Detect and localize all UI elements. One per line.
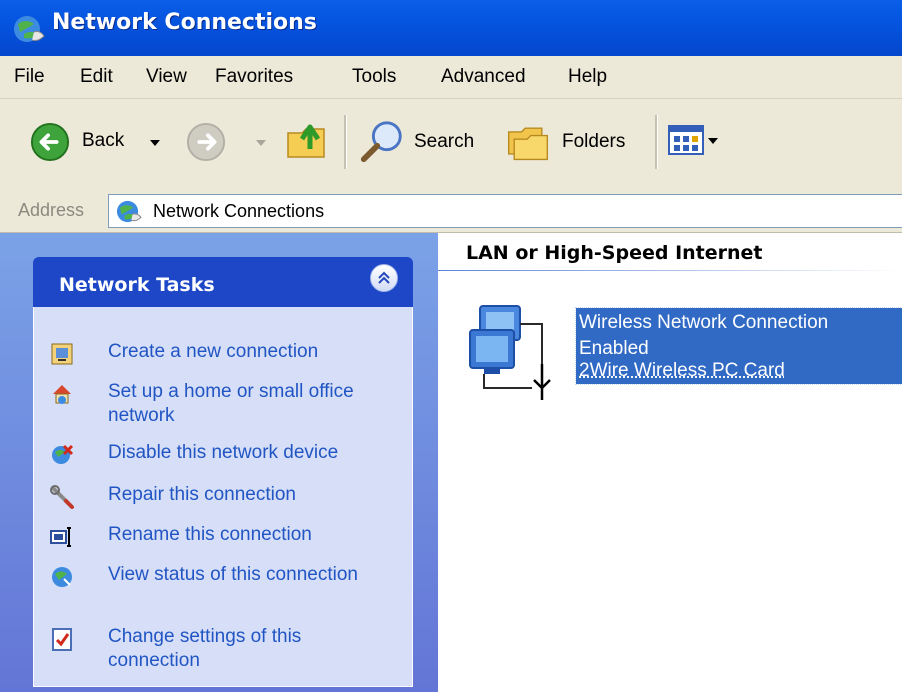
network-connections-icon: [14, 16, 45, 42]
connection-status: Enabled: [579, 338, 649, 359]
back-button[interactable]: Back: [30, 120, 170, 166]
home-network-icon: [53, 385, 71, 404]
address-bar: Address Network Connections: [0, 191, 902, 233]
connection-name: Wireless Network Connection: [579, 312, 829, 333]
rename-icon: [50, 527, 71, 547]
network-tasks-panel: Network Tasks Create a new connection Se…: [33, 257, 413, 687]
folders-button[interactable]: Folders: [504, 117, 644, 167]
toolbar: Back Search Folders: [0, 99, 902, 192]
up-folder-icon: [287, 124, 325, 158]
new-connection-icon: [51, 343, 73, 365]
network-connections-icon: [116, 200, 142, 223]
menu-edit[interactable]: Edit: [80, 66, 113, 88]
group-divider: [438, 270, 902, 271]
search-button[interactable]: Search: [358, 117, 488, 167]
views-icon: [668, 125, 704, 155]
menu-help[interactable]: Help: [568, 66, 607, 88]
menu-tools[interactable]: Tools: [352, 66, 396, 88]
chevron-up-icon: [378, 271, 390, 284]
settings-icon: [52, 628, 72, 651]
forward-dropdown-icon[interactable]: [256, 140, 266, 146]
address-label: Address: [18, 200, 85, 220]
connection-device: 2Wire Wireless PC Card: [579, 360, 785, 381]
address-value: Network Connections: [153, 201, 325, 221]
views-dropdown-icon[interactable]: [708, 138, 718, 144]
group-header: LAN or High-Speed Internet: [466, 242, 763, 264]
forward-button[interactable]: [186, 120, 270, 166]
menu-favorites[interactable]: Favorites: [215, 66, 293, 88]
back-arrow-icon: [30, 122, 70, 162]
connection-label[interactable]: Wireless Network Connection Enabled 2Wir…: [575, 307, 902, 385]
back-label: Back: [82, 130, 125, 151]
network-computers-icon: [469, 305, 551, 400]
folders-icon: [507, 127, 549, 161]
task-label: Rename this connection: [108, 524, 312, 545]
menu-file[interactable]: File: [14, 66, 45, 88]
network-tasks-title: Network Tasks: [59, 274, 215, 296]
collapse-button[interactable]: [370, 264, 398, 292]
back-dropdown-icon[interactable]: [150, 140, 160, 146]
menu-advanced[interactable]: Advanced: [441, 66, 526, 88]
status-icon: [52, 567, 72, 587]
search-icon: [360, 121, 402, 163]
task-label: Create a new connection: [108, 341, 319, 362]
task-label: View status of this connection: [108, 564, 358, 585]
address-field[interactable]: Network Connections: [108, 194, 902, 228]
repair-icon: [50, 485, 74, 509]
disable-device-icon: [52, 444, 74, 464]
network-tasks-header[interactable]: Network Tasks: [33, 257, 413, 307]
network-tasks-list: Create a new connection Set up a home or…: [33, 307, 413, 687]
views-button[interactable]: [668, 123, 738, 163]
task-label: Change settings of this connection: [108, 626, 302, 671]
search-label: Search: [414, 131, 475, 152]
menu-bar: File Edit View Favorites Tools Advanced …: [0, 56, 902, 99]
window-title: Network Connections: [52, 10, 317, 35]
up-folder-button[interactable]: [284, 115, 334, 167]
task-label: Set up a home or small office network: [108, 381, 354, 426]
forward-arrow-icon: [186, 122, 226, 162]
menu-view[interactable]: View: [146, 66, 187, 88]
task-label: Repair this connection: [108, 484, 296, 505]
title-bar[interactable]: Network Connections: [0, 0, 902, 56]
folders-label: Folders: [562, 131, 626, 152]
task-pane: Network Tasks Create a new connection Se…: [0, 233, 438, 692]
task-label: Disable this network device: [108, 442, 339, 463]
